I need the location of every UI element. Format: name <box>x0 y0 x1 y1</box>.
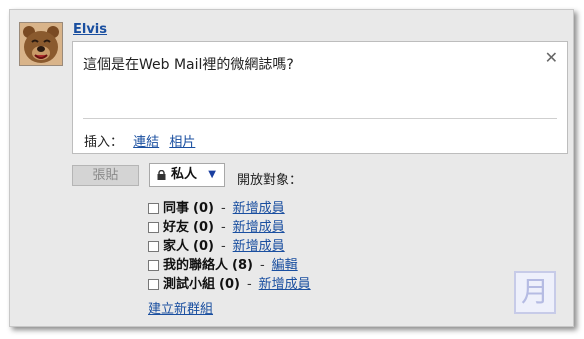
insert-photo-button[interactable]: 相片 <box>169 135 195 150</box>
group-edit-link[interactable]: 編輯 <box>272 256 298 275</box>
group-name: 同事 <box>163 201 190 216</box>
insert-link-button[interactable]: 連結 <box>133 135 159 150</box>
audience-label: 開放對象： <box>237 173 303 188</box>
group-add-member-link[interactable]: 新增成員 <box>233 199 285 218</box>
group-row: 同事 (0) - 新增成員 <box>148 199 311 218</box>
privacy-select[interactable]: 私人 ▼ <box>149 163 225 187</box>
chevron-down-icon: ▼ <box>208 169 216 180</box>
group-list: 同事 (0) - 新增成員 好友 (0) - 新增成員 家人 (0) - 新增成… <box>148 199 311 294</box>
group-separator: - <box>220 201 226 216</box>
lock-icon <box>157 170 166 180</box>
insert-row: 插入： 連結 相片 <box>84 131 195 150</box>
group-checkbox[interactable] <box>148 203 159 214</box>
group-name: 我的聯絡人 <box>163 258 229 273</box>
privacy-value: 私人 <box>171 167 198 182</box>
group-separator: - <box>220 220 226 235</box>
group-name: 家人 <box>163 239 190 254</box>
group-count: (0) <box>219 277 240 292</box>
group-add-member-link[interactable]: 新增成員 <box>233 237 285 256</box>
compose-text[interactable]: 這個是在Web Mail裡的微網誌嗎? <box>83 54 294 74</box>
group-count: (8) <box>232 258 253 273</box>
close-icon[interactable]: ✕ <box>545 48 558 67</box>
create-group-link[interactable]: 建立新群組 <box>148 298 213 317</box>
group-add-member-link[interactable]: 新增成員 <box>233 218 285 237</box>
group-add-member-link[interactable]: 新增成員 <box>259 275 311 294</box>
group-checkbox[interactable] <box>148 260 159 271</box>
user-name-link[interactable]: Elvis <box>73 22 107 37</box>
group-checkbox[interactable] <box>148 222 159 233</box>
group-name: 好友 <box>163 220 190 235</box>
group-separator: - <box>259 258 265 273</box>
group-name: 測試小組 <box>163 277 216 292</box>
group-row: 測試小組 (0) - 新增成員 <box>148 275 311 294</box>
group-checkbox[interactable] <box>148 241 159 252</box>
group-row: 好友 (0) - 新增成員 <box>148 218 311 237</box>
group-separator: - <box>246 277 252 292</box>
group-count: (0) <box>193 201 214 216</box>
group-row: 家人 (0) - 新增成員 <box>148 237 311 256</box>
group-row: 我的聯絡人 (8) - 編輯 <box>148 256 311 275</box>
group-count: (0) <box>193 239 214 254</box>
compose-divider <box>83 118 557 119</box>
insert-label: 插入： <box>84 135 124 150</box>
group-separator: - <box>220 239 226 254</box>
group-count: (0) <box>193 220 214 235</box>
group-checkbox[interactable] <box>148 279 159 290</box>
compose-box[interactable]: 這個是在Web Mail裡的微網誌嗎? ✕ 插入： 連結 相片 <box>72 41 568 154</box>
moon-logo-icon: 月 <box>514 271 556 314</box>
bear-avatar-icon[interactable] <box>19 22 63 66</box>
paste-button[interactable]: 張貼 <box>72 165 139 186</box>
